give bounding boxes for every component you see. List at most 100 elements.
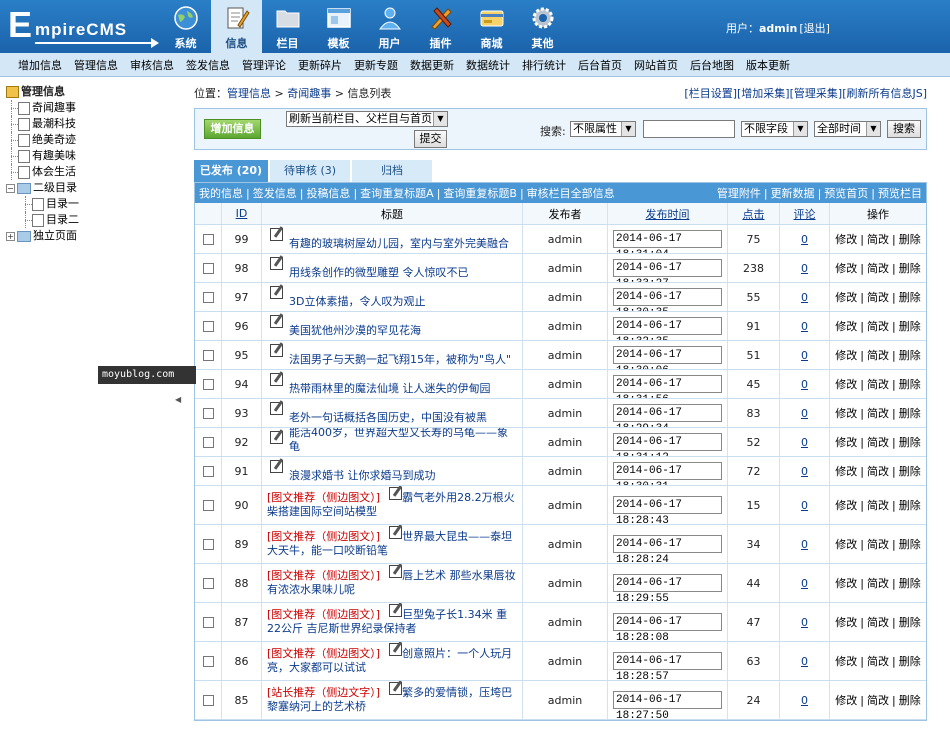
action-link[interactable]: 更新数据: [771, 187, 815, 200]
delete-link[interactable]: 删除: [899, 434, 921, 450]
nav-item-window[interactable]: 模板: [313, 0, 364, 53]
row-time[interactable]: 2014-06-17 18:27:50: [613, 691, 722, 719]
empirecms-logo[interactable]: E mpireCMS: [8, 6, 159, 48]
row-checkbox[interactable]: [202, 349, 214, 361]
delete-link[interactable]: 删除: [899, 575, 921, 591]
row-comments[interactable]: 0: [801, 694, 808, 707]
refresh-select[interactable]: 刷新当前栏目、父栏目与首页 ▼: [286, 111, 448, 127]
top-link[interactable]: [刷新所有信息JS]: [842, 87, 927, 100]
row-title[interactable]: 3D立体素描，令人叹为观止: [267, 295, 425, 309]
row-checkbox[interactable]: [202, 538, 214, 550]
top-link[interactable]: [管理采集]: [790, 87, 843, 100]
time-select[interactable]: 全部时间 ▼: [814, 121, 881, 137]
row-checkbox[interactable]: [202, 378, 214, 390]
subnav-item[interactable]: 审核信息: [124, 57, 180, 73]
row-title[interactable]: 浪漫求婚书 让你求婚马到成功: [267, 469, 436, 483]
row-title[interactable]: 美国犹他州沙漠的罕见花海: [267, 324, 421, 338]
subnav-item[interactable]: 数据更新: [404, 57, 460, 73]
quick-edit-link[interactable]: 简改: [867, 434, 889, 450]
row-title[interactable]: 老外一句话概括各国历史，中国没有被黑: [267, 411, 487, 425]
quick-edit-link[interactable]: 简改: [867, 463, 889, 479]
sidebar-item[interactable]: 最潮科技: [6, 116, 175, 132]
action-link[interactable]: 查询重复标题A: [360, 187, 434, 200]
edit-doc-icon[interactable]: [270, 315, 283, 328]
subnav-item[interactable]: 增加信息: [12, 57, 68, 73]
edit-doc-icon[interactable]: [270, 344, 283, 357]
edit-link[interactable]: 修改: [835, 497, 857, 513]
subnav-item[interactable]: 签发信息: [180, 57, 236, 73]
header-comments[interactable]: 评论: [780, 203, 830, 224]
expand-icon[interactable]: +: [6, 231, 15, 241]
subnav-item[interactable]: 后台地图: [684, 57, 740, 73]
top-link[interactable]: [栏目设置]: [684, 87, 737, 100]
row-time[interactable]: 2014-06-17 18:29:55: [613, 574, 722, 602]
action-link[interactable]: 查询重复标题B: [443, 187, 517, 200]
quick-edit-link[interactable]: 简改: [867, 536, 889, 552]
row-comments[interactable]: 0: [801, 538, 808, 551]
search-button[interactable]: 搜索: [887, 120, 921, 138]
row-title[interactable]: 能活400岁，世界超大型又长寿的乌龟——象龟: [267, 428, 517, 454]
subnav-item[interactable]: 更新专题: [348, 57, 404, 73]
edit-doc-icon[interactable]: [270, 286, 283, 299]
subnav-item[interactable]: 后台首页: [572, 57, 628, 73]
row-comments[interactable]: 0: [801, 320, 808, 333]
field-select[interactable]: 不限字段 ▼: [741, 121, 808, 137]
row-comments[interactable]: 0: [801, 291, 808, 304]
quick-edit-link[interactable]: 简改: [867, 692, 889, 708]
search-input[interactable]: [643, 120, 735, 138]
action-link[interactable]: 审核栏目全部信息: [527, 187, 615, 200]
edit-doc-icon[interactable]: [389, 526, 402, 539]
edit-link[interactable]: 修改: [835, 231, 857, 247]
edit-link[interactable]: 修改: [835, 536, 857, 552]
action-link[interactable]: 投稿信息: [306, 187, 350, 200]
delete-link[interactable]: 删除: [899, 318, 921, 334]
edit-doc-icon[interactable]: [389, 643, 402, 656]
edit-link[interactable]: 修改: [835, 653, 857, 669]
quick-edit-link[interactable]: 简改: [867, 376, 889, 392]
edit-link[interactable]: 修改: [835, 405, 857, 421]
edit-doc-icon[interactable]: [270, 228, 283, 241]
subnav-item[interactable]: 管理信息: [68, 57, 124, 73]
subnav-item[interactable]: 更新碎片: [292, 57, 348, 73]
action-link[interactable]: 我的信息: [199, 187, 243, 200]
row-checkbox[interactable]: [202, 694, 214, 706]
edit-doc-icon[interactable]: [270, 257, 283, 270]
delete-link[interactable]: 删除: [899, 289, 921, 305]
row-comments[interactable]: 0: [801, 349, 808, 362]
row-checkbox[interactable]: [202, 233, 214, 245]
sidebar-item[interactable]: 有趣美味: [6, 148, 175, 164]
edit-link[interactable]: 修改: [835, 260, 857, 276]
row-title[interactable]: 热带雨林里的魔法仙境 让人迷失的伊甸园: [267, 382, 491, 396]
sidebar-item[interactable]: 体会生活: [6, 164, 175, 180]
sidebar-collapse-arrow-icon[interactable]: ◀: [175, 394, 183, 406]
nav-item-globe[interactable]: 系统: [160, 0, 211, 53]
quick-edit-link[interactable]: 简改: [867, 347, 889, 363]
delete-link[interactable]: 删除: [899, 692, 921, 708]
row-time[interactable]: 2014-06-17 18:32:35: [613, 317, 722, 340]
edit-link[interactable]: 修改: [835, 318, 857, 334]
delete-link[interactable]: 删除: [899, 347, 921, 363]
row-checkbox[interactable]: [202, 616, 214, 628]
add-info-button[interactable]: 增加信息: [204, 119, 261, 139]
delete-link[interactable]: 删除: [899, 376, 921, 392]
row-time[interactable]: 2014-06-17 18:33:27: [613, 259, 722, 282]
sidebar-subitem[interactable]: 目录二: [6, 212, 175, 228]
delete-link[interactable]: 删除: [899, 405, 921, 421]
edit-doc-icon[interactable]: [270, 402, 283, 415]
row-checkbox[interactable]: [202, 291, 214, 303]
collapse-icon[interactable]: −: [6, 183, 15, 193]
edit-link[interactable]: 修改: [835, 575, 857, 591]
subnav-item[interactable]: 排行统计: [516, 57, 572, 73]
delete-link[interactable]: 删除: [899, 653, 921, 669]
header-time[interactable]: 发布时间: [608, 203, 728, 224]
quick-edit-link[interactable]: 简改: [867, 653, 889, 669]
delete-link[interactable]: 删除: [899, 614, 921, 630]
delete-link[interactable]: 删除: [899, 536, 921, 552]
edit-doc-icon[interactable]: [389, 682, 402, 695]
quick-edit-link[interactable]: 简改: [867, 405, 889, 421]
delete-link[interactable]: 删除: [899, 231, 921, 247]
subnav-item[interactable]: 数据统计: [460, 57, 516, 73]
subnav-item[interactable]: 管理评论: [236, 57, 292, 73]
quick-edit-link[interactable]: 简改: [867, 614, 889, 630]
row-time[interactable]: 2014-06-17 18:28:24: [613, 535, 722, 563]
